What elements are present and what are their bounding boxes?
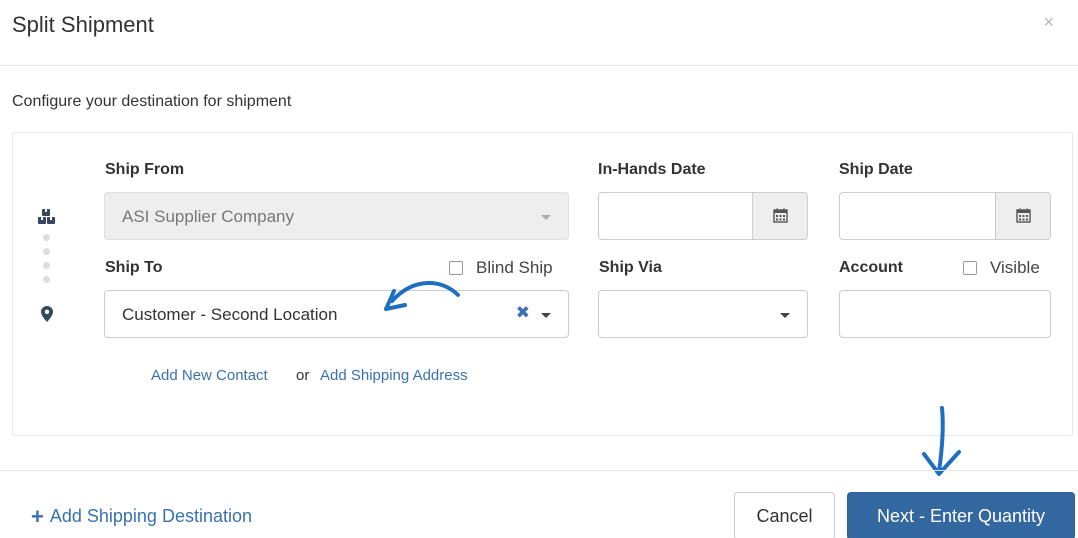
plus-icon: +	[31, 503, 44, 529]
cancel-button[interactable]: Cancel	[734, 492, 835, 538]
ship-date-input[interactable]	[839, 192, 1051, 240]
visible-label: Visible	[990, 258, 1040, 277]
ship-via-select[interactable]	[598, 290, 808, 338]
boxes-icon	[38, 209, 55, 224]
ship-via-label: Ship Via	[599, 259, 662, 276]
ship-to-value: Customer - Second Location	[122, 305, 338, 324]
account-input[interactable]	[839, 290, 1051, 338]
ship-to-label: Ship To	[105, 259, 163, 276]
clear-selection-icon[interactable]: ✖	[516, 303, 530, 323]
ship-from-label: Ship From	[105, 161, 185, 178]
add-shipping-destination-label: Add Shipping Destination	[49, 506, 252, 526]
next-enter-quantity-button[interactable]: Next - Enter Quantity	[847, 492, 1075, 538]
blind-ship-checkbox[interactable]	[449, 261, 463, 275]
dialog-subtitle: Configure your destination for shipment	[12, 93, 292, 110]
visible-checkbox[interactable]	[963, 261, 977, 275]
ship-from-select: ASI Supplier Company	[104, 192, 569, 240]
add-shipping-address-link[interactable]: Add Shipping Address	[320, 367, 468, 384]
chevron-down-icon	[541, 215, 551, 220]
modal-header: Split Shipment ×	[0, 0, 1078, 66]
route-dots	[43, 234, 51, 283]
add-shipping-destination-link[interactable]: + Add Shipping Destination	[31, 503, 252, 529]
calendar-icon	[1016, 208, 1031, 223]
ship-date-picker-button[interactable]	[995, 193, 1050, 239]
dialog-title: Split Shipment	[12, 12, 154, 37]
in-hands-date-picker-button[interactable]	[752, 193, 807, 239]
in-hands-date-input[interactable]	[598, 192, 808, 240]
visible-checkbox-group[interactable]: Visible	[963, 258, 1040, 278]
calendar-icon	[773, 208, 788, 223]
ship-date-label: Ship Date	[839, 161, 913, 178]
destination-panel: Ship From ASI Supplier Company In-Hands …	[12, 132, 1073, 436]
account-label: Account	[839, 259, 903, 276]
map-marker-icon	[41, 306, 53, 322]
or-text: or	[296, 367, 310, 384]
blind-ship-checkbox-group[interactable]: Blind Ship	[449, 258, 553, 278]
in-hands-date-label: In-Hands Date	[598, 161, 706, 178]
ship-to-select[interactable]: Customer - Second Location ✖	[104, 290, 569, 338]
close-icon[interactable]: ×	[1043, 12, 1054, 33]
add-new-contact-link[interactable]: Add New Contact	[151, 367, 268, 384]
footer-divider	[0, 470, 1078, 471]
ship-from-value: ASI Supplier Company	[122, 207, 294, 226]
chevron-down-icon[interactable]	[541, 313, 551, 318]
blind-ship-label: Blind Ship	[476, 258, 553, 277]
chevron-down-icon[interactable]	[780, 313, 790, 318]
